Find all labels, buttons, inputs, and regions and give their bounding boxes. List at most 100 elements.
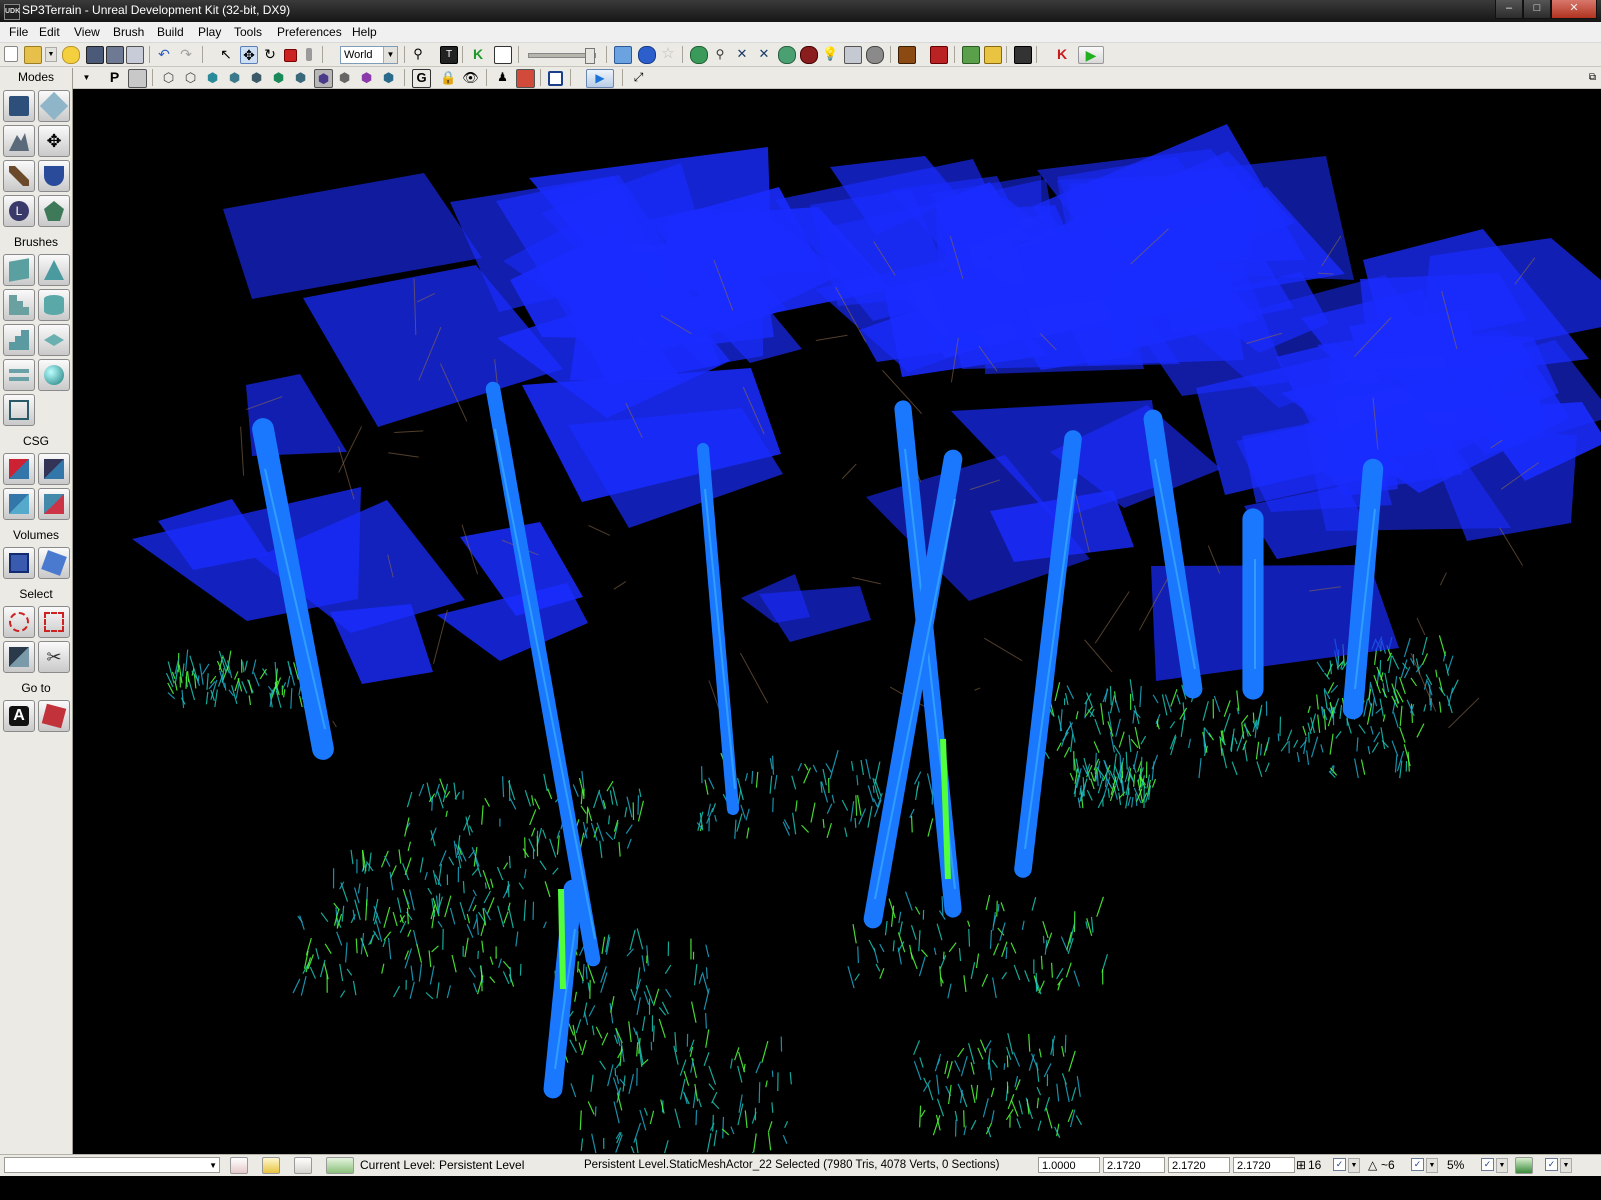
light-bulb-icon[interactable]: 💡 [822,46,838,62]
scale-snap-dropdown[interactable]: ▼ [1496,1158,1508,1173]
menu-view[interactable]: View [71,24,103,40]
level-browser-icon[interactable] [326,1157,354,1174]
build-lighting-icon[interactable] [638,46,656,64]
scale-x-field[interactable]: 2.1720 [1103,1157,1165,1173]
level-lightbulb-icon[interactable] [262,1157,280,1174]
game-view-button[interactable]: G [412,69,431,88]
translate-mode-icon[interactable]: ✥ [240,46,258,64]
spiral-stair-button[interactable] [3,359,35,391]
command-input[interactable]: ▼ [4,1157,220,1173]
build-nodes-icon[interactable]: ✕ [734,46,750,62]
csg-deintersect-button[interactable] [38,488,70,520]
cylinder-brush-button[interactable] [38,289,70,321]
rotate-mode-icon[interactable]: ↻ [262,46,278,62]
lighting-only-icon[interactable]: ⬢ [270,69,287,86]
goto-actor-button[interactable]: A [3,700,35,732]
invert-selection-button[interactable] [3,641,35,673]
scale-y-field[interactable]: 2.1720 [1168,1157,1230,1173]
coordinate-system-select[interactable]: World ▼ [340,46,398,64]
build-edges-icon[interactable]: ✕ [756,46,772,62]
perspective-viewport[interactable] [73,89,1601,1153]
detail-lighting-icon[interactable]: ⬢ [248,69,265,86]
play-in-viewport-icon[interactable] [962,46,980,64]
binoculars-search-icon[interactable]: ⚲ [410,46,426,62]
play-in-viewport-button[interactable]: ▶ [586,69,614,88]
autosave-icon[interactable] [1515,1157,1533,1174]
menu-help[interactable]: Help [349,24,380,40]
realtime-speed-slider[interactable] [528,48,596,64]
build-geometry-icon[interactable] [614,46,632,64]
build-cover-icon[interactable] [690,46,708,64]
realtime-preview-icon[interactable] [516,69,535,88]
eye-icon[interactable]: 👁 [462,69,479,86]
csg-subtract-button[interactable] [38,453,70,485]
settings-gear-icon[interactable] [866,46,884,64]
sphere-brush-button[interactable] [38,359,70,391]
save-current-level-icon[interactable] [126,46,144,64]
open-recent-dropdown[interactable]: ▼ [45,47,57,62]
cone-brush-button[interactable] [38,254,70,286]
new-file-icon[interactable] [4,46,18,62]
play-button-icon[interactable]: ▶ [1078,46,1104,64]
minimize-button[interactable]: – [1495,0,1523,19]
favorite-star-icon[interactable] [62,46,80,64]
terrain-mode-button[interactable] [3,125,35,157]
redo-icon[interactable]: ↷ [178,46,194,62]
restore-viewport-icon[interactable]: ⧉ [1584,69,1601,86]
scale-mode-icon[interactable] [284,49,297,62]
maximize-button[interactable]: □ [1523,0,1551,19]
current-level-value[interactable]: Persistent Level [439,1158,524,1173]
maximize-viewport-icon[interactable] [548,71,563,86]
perspective-view-button[interactable]: P [106,69,123,86]
brush-wireframe-icon[interactable]: ⬡ [160,69,177,86]
viewport-camera-icon[interactable] [128,69,147,88]
camera-mode-button[interactable] [3,90,35,122]
add-volume-button[interactable] [3,547,35,579]
scale-z-field[interactable]: 2.1720 [1233,1157,1295,1173]
volume-options-button[interactable] [38,547,70,579]
grid-size-dropdown[interactable]: ▼ [1348,1158,1360,1173]
save-all-icon[interactable] [106,46,124,64]
autosave-checkbox[interactable]: ✓ [1545,1158,1558,1171]
lightmap-density-icon[interactable]: ⬢ [358,69,375,86]
close-button[interactable]: ✕ [1551,0,1597,19]
lock-icon[interactable]: 🔒 [440,69,457,86]
autosave-dropdown[interactable]: ▼ [1560,1158,1572,1173]
menu-preferences[interactable]: Preferences [274,24,345,40]
unlit-icon[interactable]: ⬢ [204,69,221,86]
actor-icon[interactable]: ♟ [494,69,511,86]
rotation-snap-dropdown[interactable]: ▼ [1426,1158,1438,1173]
foliage-mode-button[interactable] [38,195,70,227]
mesh-paint-button[interactable] [38,160,70,192]
move-viewport-icon[interactable]: ⤢ [630,69,647,86]
viewport-options-dropdown[interactable]: ▼ [78,69,95,86]
kismet-icon[interactable]: K [470,46,486,62]
kismet-red-icon[interactable]: K [1054,46,1070,62]
show-all-button[interactable]: ✂ [38,641,70,673]
play-on-console-icon[interactable] [984,46,1002,64]
reflections-icon[interactable]: ⬢ [380,69,397,86]
wireframe-icon[interactable]: ⬡ [182,69,199,86]
geometry-mode-button[interactable] [38,90,70,122]
landscape-mode-button[interactable]: L [3,195,35,227]
volumetric-brush-button[interactable] [3,394,35,426]
record-icon[interactable] [930,46,948,64]
sheet-brush-button[interactable] [38,324,70,356]
open-folder-icon[interactable] [24,46,42,64]
light-complexity-icon[interactable]: ⬢ [292,69,309,86]
show-selected-button[interactable] [3,606,35,638]
csg-intersect-button[interactable] [3,488,35,520]
move-mode-button[interactable]: ✥ [38,125,70,157]
build-all-icon[interactable] [800,46,818,64]
csg-add-button[interactable] [3,453,35,485]
rotation-snap-checkbox[interactable]: ✓ [1411,1158,1424,1171]
content-browser-icon[interactable] [494,46,512,64]
cube-brush-button[interactable] [3,254,35,286]
lit-icon[interactable]: ⬢ [226,69,243,86]
goto-builder-brush-button[interactable] [38,700,70,732]
texture-density-icon[interactable]: ⬢ [336,69,353,86]
drag-grid-field[interactable]: 1.0000 [1038,1157,1100,1173]
menu-play[interactable]: Play [195,24,224,40]
build-globe-icon[interactable] [778,46,796,64]
build-paths-star-icon[interactable]: ☆ [660,46,676,62]
